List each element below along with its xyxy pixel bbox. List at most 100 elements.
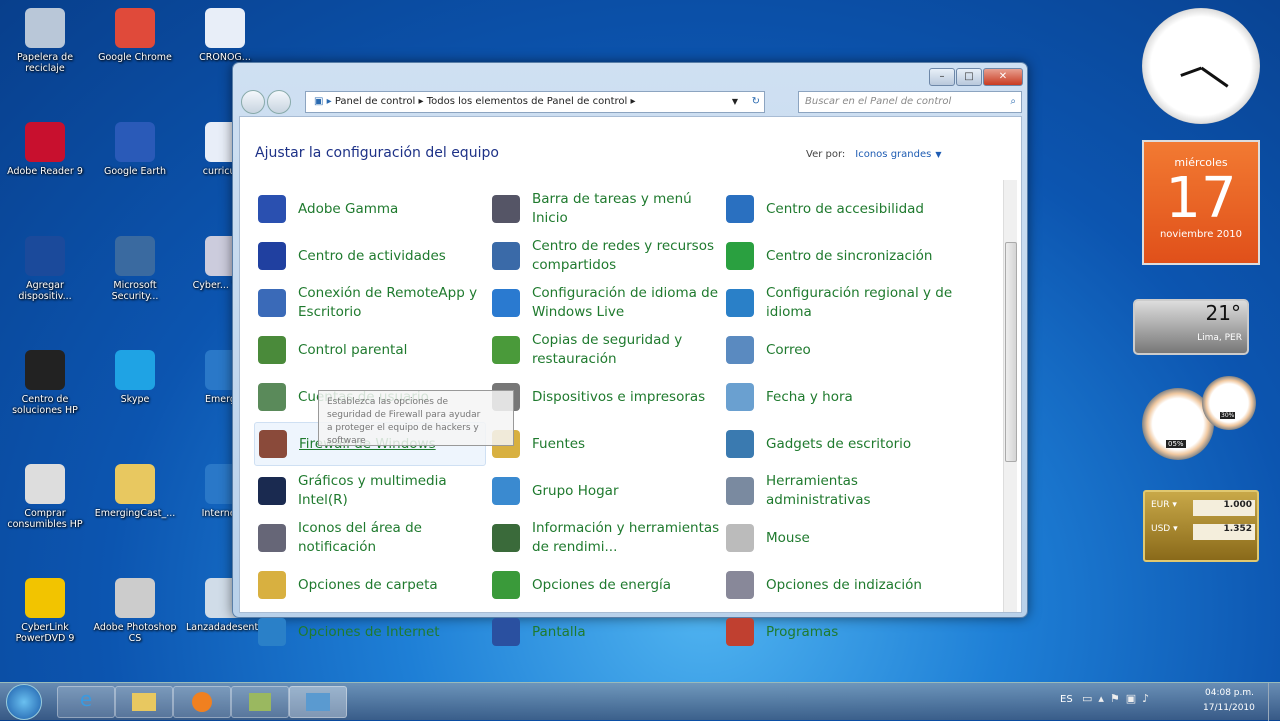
currency-code[interactable]: USD [1151,524,1170,534]
item-label: Centro de sincronización [766,247,933,264]
desktop-icon[interactable]: EmergingCast_... [90,464,180,519]
control-panel-item[interactable]: Opciones de Internet [254,610,486,654]
desktop-icon-label: Microsoft Security... [111,280,159,302]
control-panel-item[interactable]: Fecha y hora [722,375,954,419]
desktop-icon-label: Agregar dispositiv... [18,280,72,302]
currency-row[interactable]: USD ▾ 1.352 [1151,524,1255,542]
control-panel-item[interactable]: Configuración regional y de idioma [722,281,954,325]
control-panel-item[interactable]: Copias de seguridad y restauración [488,328,720,372]
clock-date[interactable]: 17/11/2010 [1203,703,1255,713]
taskbar-explorer[interactable] [115,686,173,718]
desktop-icon[interactable]: CyberLink PowerDVD 9 [0,578,90,644]
clock-gadget[interactable] [1142,8,1260,124]
taskbar-app[interactable] [231,686,289,718]
language-indicator[interactable]: ES [1060,694,1073,705]
tray-icons[interactable]: ▭▴⚑▣♪ [1082,692,1155,705]
desktop-app-icon [25,122,65,162]
item-icon [492,195,520,223]
currency-code[interactable]: EUR [1151,500,1170,510]
item-label: Mouse [766,529,810,546]
desktop-icon[interactable]: Centro de soluciones HP [0,350,90,416]
calendar-gadget[interactable]: miércoles 17 noviembre 2010 [1142,140,1260,265]
clock-time[interactable]: 04:08 p.m. [1205,688,1254,698]
control-panel-item[interactable]: Opciones de indización [722,563,954,607]
scrollbar[interactable] [1003,180,1017,612]
item-label: Centro de actividades [298,247,446,264]
show-desktop-button[interactable] [1268,683,1280,721]
control-panel-item[interactable]: Iconos del área de notificación [254,516,486,560]
breadcrumb-all-items[interactable]: Todos los elementos de Panel de control [427,96,628,107]
item-label: Gráficos y multimedia Intel(R) [298,473,447,508]
control-panel-item[interactable]: Configuración de idioma de Windows Live [488,281,720,325]
currency-row[interactable]: EUR ▾ 1.000 [1151,500,1255,518]
view-by-dropdown[interactable]: Iconos grandes [855,149,931,160]
control-panel-item[interactable]: Mouse [722,516,954,560]
desktop-app-icon [115,236,155,276]
control-panel-item[interactable]: Grupo Hogar [488,469,720,513]
control-panel-item[interactable]: Conexión de RemoteApp y Escritorio [254,281,486,325]
address-bar[interactable]: ▣ ▸ Panel de control ▸ Todos los element… [305,91,765,113]
breadcrumb-control-panel[interactable]: Panel de control [335,96,416,107]
desktop-icon[interactable]: Adobe Photoshop CS [90,578,180,644]
item-icon [492,336,520,364]
minimize-button[interactable]: – [929,68,955,86]
control-panel-item[interactable]: Información y herramientas de rendimi... [488,516,720,560]
ram-meter-gadget[interactable]: 30% [1202,376,1256,430]
scrollbar-thumb[interactable] [1005,242,1017,462]
control-panel-item[interactable]: Correo [722,328,954,372]
desktop-icon[interactable]: Agregar dispositiv... [0,236,90,302]
taskbar-internet-explorer[interactable]: e [57,686,115,718]
control-panel-item[interactable]: Programas [722,610,954,654]
desktop-icon[interactable]: Google Earth [90,122,180,177]
taskbar-control-panel[interactable] [289,686,347,718]
maximize-button[interactable]: □ [956,68,982,86]
start-button[interactable] [6,684,42,720]
currency-gadget[interactable]: EUR ▾ 1.000 USD ▾ 1.352 [1143,490,1259,562]
search-icon[interactable]: ⌕ [1010,92,1016,112]
control-panel-item[interactable]: Centro de accesibilidad [722,187,954,231]
control-panel-item[interactable]: Opciones de energía [488,563,720,607]
control-panel-item[interactable]: Barra de tareas y menú Inicio [488,187,720,231]
desktop-icon[interactable]: Comprar consumibles HP [0,464,90,530]
control-panel-item[interactable]: Herramientas administrativas [722,469,954,513]
desktop-icon[interactable]: Skype [90,350,180,405]
forward-button[interactable] [267,90,291,114]
item-label: Opciones de carpeta [298,576,438,593]
control-panel-item[interactable]: Pantalla [488,610,720,654]
weather-gadget[interactable]: 21° Lima, PER [1133,299,1249,355]
close-button[interactable]: ✕ [983,68,1023,86]
control-panel-item[interactable]: Dispositivos e impresoras [488,375,720,419]
desktop-icon[interactable]: Microsoft Security... [90,236,180,302]
control-panel-item[interactable]: Opciones de carpeta [254,563,486,607]
desktop-app-icon [115,122,155,162]
item-label: Centro de redes y recursos compartidos [532,238,715,273]
desktop-icon[interactable]: Google Chrome [90,8,180,63]
desktop-icon-label: Adobe Photoshop CS [93,622,177,644]
control-panel-item[interactable]: Gráficos y multimedia Intel(R) [254,469,486,513]
item-icon [492,524,520,552]
desktop-icon-label: Google Chrome [98,52,172,63]
control-panel-item[interactable]: Adobe Gamma [254,187,486,231]
control-panel-item[interactable]: Centro de sincronización [722,234,954,278]
desktop-icon[interactable]: CRONOG... [180,8,270,63]
item-label: Configuración de idioma de Windows Live [532,285,719,320]
address-dropdown-icon[interactable]: ▼ [732,92,738,112]
control-panel-item[interactable]: Fuentes [488,422,720,466]
item-label: Opciones de energía [532,576,672,593]
desktop-app-icon [115,464,155,504]
control-panel-item[interactable]: Gadgets de escritorio [722,422,954,466]
search-input[interactable]: Buscar en el Panel de control ⌕ [798,91,1022,113]
taskbar-media-player[interactable] [173,686,231,718]
desktop-icon[interactable]: Adobe Reader 9 [0,122,90,177]
item-icon [492,289,520,317]
item-icon [258,242,286,270]
back-button[interactable] [241,90,265,114]
item-label: Conexión de RemoteApp y Escritorio [298,285,478,320]
item-label: Fecha y hora [766,388,853,405]
desktop-icon[interactable]: Papelera de reciclaje [0,8,90,74]
control-panel-item[interactable]: Centro de actividades [254,234,486,278]
refresh-icon[interactable]: ↻ [752,92,760,112]
item-icon [258,571,286,599]
control-panel-item[interactable]: Control parental [254,328,486,372]
control-panel-item[interactable]: Centro de redes y recursos compartidos [488,234,720,278]
